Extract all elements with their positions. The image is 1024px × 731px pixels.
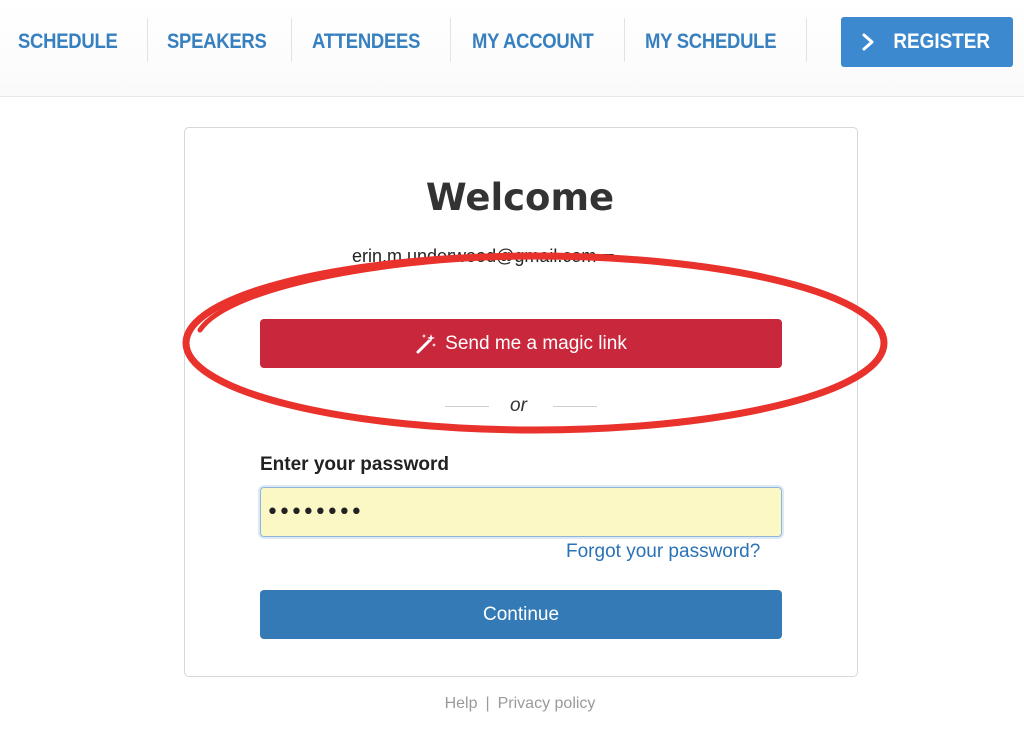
- send-magic-link-button[interactable]: Send me a magic link: [260, 319, 782, 368]
- password-field[interactable]: [260, 487, 782, 537]
- nav-divider: [291, 18, 292, 62]
- password-label: Enter your password: [260, 454, 449, 475]
- divider-line: [553, 406, 597, 407]
- top-navigation: SCHEDULE SPEAKERS ATTENDEES MY ACCOUNT M…: [0, 0, 1024, 97]
- nav-divider: [450, 18, 451, 62]
- privacy-policy-link[interactable]: Privacy policy: [498, 695, 596, 712]
- chevron-right-icon: [862, 33, 874, 51]
- forgot-password-link[interactable]: Forgot your password?: [566, 541, 760, 563]
- register-label: REGISTER: [893, 30, 991, 53]
- email-address: erin.m.underwood@gmail.com: [352, 246, 597, 266]
- nav-divider: [624, 18, 625, 62]
- footer: Help | Privacy policy: [0, 695, 1024, 713]
- email-account-selector[interactable]: erin.m.underwood@gmail.com: [352, 246, 682, 270]
- nav-divider: [806, 18, 807, 62]
- magic-wand-icon: [416, 333, 437, 353]
- register-button[interactable]: REGISTER: [841, 17, 1013, 67]
- page-title: Welcome: [425, 176, 615, 219]
- continue-button[interactable]: Continue: [260, 590, 782, 639]
- footer-separator: |: [485, 695, 490, 712]
- caret-down-icon: [602, 253, 615, 261]
- divider-line: [445, 406, 489, 407]
- help-link[interactable]: Help: [445, 695, 478, 712]
- nav-my-account[interactable]: MY ACCOUNT: [472, 30, 594, 56]
- continue-label: Continue: [482, 603, 560, 625]
- or-divider: or: [445, 395, 597, 419]
- magic-link-label: Send me a magic link: [445, 332, 627, 354]
- nav-schedule[interactable]: SCHEDULE: [18, 30, 118, 56]
- nav-speakers[interactable]: SPEAKERS: [167, 30, 267, 56]
- or-text: or: [510, 395, 527, 416]
- nav-attendees[interactable]: ATTENDEES: [312, 30, 420, 56]
- nav-my-schedule[interactable]: MY SCHEDULE: [645, 30, 777, 56]
- nav-divider: [147, 18, 148, 62]
